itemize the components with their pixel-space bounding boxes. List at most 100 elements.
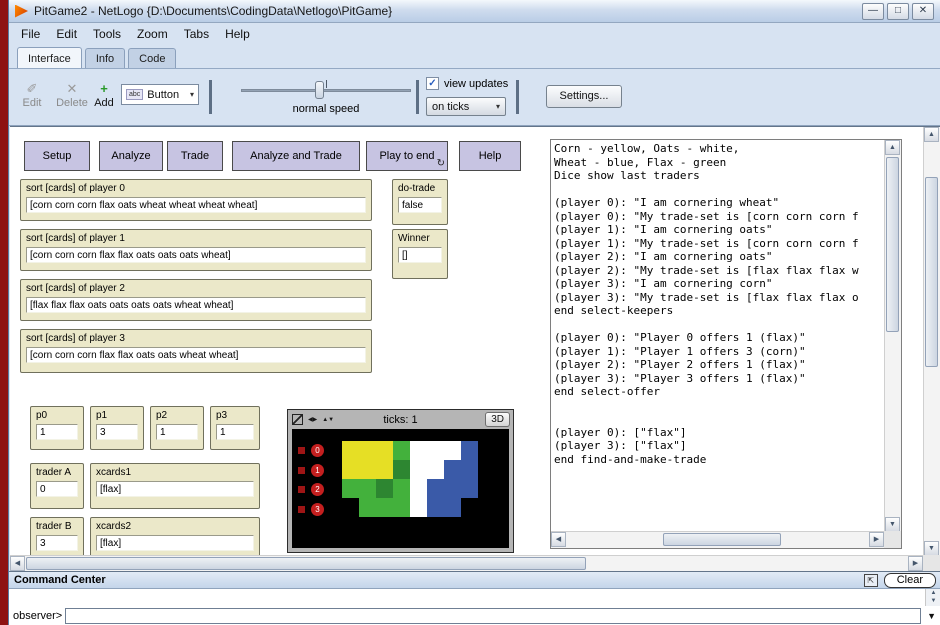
- close-button[interactable]: ✕: [912, 3, 934, 20]
- patch-cell: [444, 441, 461, 460]
- patch-cell: [393, 441, 410, 460]
- output-horizontal-scrollbar[interactable]: ◀ ▶: [551, 531, 884, 548]
- speed-slider[interactable]: [241, 79, 411, 101]
- monitor-label: p3: [216, 410, 254, 421]
- patch-cell: [410, 479, 427, 498]
- world-canvas[interactable]: 0123: [292, 429, 509, 548]
- patch-cell: [359, 441, 376, 460]
- menu-file[interactable]: File: [13, 24, 48, 44]
- trade-label: Trade: [181, 150, 209, 162]
- maximize-button[interactable]: □: [887, 3, 909, 20]
- view-updates-checkbox[interactable]: ✓ view updates: [426, 77, 508, 90]
- tab-bar: Interface Info Code: [9, 45, 940, 69]
- tab-interface[interactable]: Interface: [17, 47, 82, 68]
- scroll-up-icon[interactable]: ▲: [926, 589, 940, 597]
- monitor-label: trader B: [36, 521, 78, 532]
- monitor-label: do-trade: [398, 183, 442, 194]
- setup-label: Setup: [43, 150, 72, 162]
- patch-cell: [376, 498, 393, 517]
- command-history-icon[interactable]: ▼: [924, 611, 939, 621]
- minimize-button[interactable]: —: [862, 3, 884, 20]
- patch-cell: [376, 441, 393, 460]
- command-input[interactable]: [65, 608, 921, 624]
- scrollbar-thumb[interactable]: [663, 533, 781, 546]
- main-vertical-scrollbar[interactable]: ▲ ▼: [923, 127, 940, 556]
- patch-cell: [410, 460, 427, 479]
- speed-slider-thumb[interactable]: [315, 81, 324, 99]
- check-icon[interactable]: ✓: [426, 77, 439, 90]
- toolbar-separator: [209, 80, 212, 114]
- scroll-down-icon[interactable]: ▼: [924, 541, 939, 556]
- clear-button[interactable]: Clear: [884, 573, 936, 588]
- add-widget-button[interactable]: + Add: [89, 81, 119, 109]
- scroll-up-icon[interactable]: ▲: [885, 140, 900, 155]
- patch-cell: [393, 479, 410, 498]
- scroll-left-icon[interactable]: ◀: [551, 532, 566, 547]
- monitor-value: 3: [36, 535, 78, 551]
- monitor-value: [corn corn corn flax flax oats oats whea…: [26, 347, 366, 363]
- menu-edit[interactable]: Edit: [48, 24, 85, 44]
- main-horizontal-scrollbar[interactable]: ◀ ▶: [10, 555, 923, 572]
- scroll-down-icon[interactable]: ▼: [926, 597, 940, 605]
- netlogo-app-icon: [15, 5, 28, 18]
- command-center-header: Command Center ⇱ Clear: [9, 571, 940, 589]
- settings-button[interactable]: Settings...: [546, 85, 622, 108]
- analyze-button[interactable]: Analyze: [99, 141, 163, 171]
- scroll-right-icon[interactable]: ▶: [869, 532, 884, 547]
- speed-label: normal speed: [241, 103, 411, 115]
- monitor-label: sort [cards] of player 2: [26, 283, 366, 294]
- patch-cell: [359, 498, 376, 517]
- patch-grid: [342, 441, 478, 517]
- monitor-label: sort [cards] of player 1: [26, 233, 366, 244]
- patch-cell: [342, 460, 359, 479]
- patch-cell: [427, 479, 444, 498]
- split-command-center-icon[interactable]: ⇱: [864, 574, 878, 587]
- monitor-p3: p3 1: [210, 406, 260, 450]
- title-bar[interactable]: PitGame2 - NetLogo {D:\Documents\CodingD…: [9, 0, 940, 23]
- scroll-down-icon[interactable]: ▼: [885, 517, 900, 532]
- monitor-player1-cards: sort [cards] of player 1 [corn corn corn…: [20, 229, 372, 271]
- monitor-label: xcards1: [96, 467, 254, 478]
- patch-cell: [427, 441, 444, 460]
- monitor-value: [flax]: [96, 535, 254, 551]
- trade-button[interactable]: Trade: [167, 141, 223, 171]
- monitor-trader-a: trader A 0: [30, 463, 84, 509]
- update-mode-dropdown[interactable]: on ticks ▾: [426, 97, 506, 116]
- menu-zoom[interactable]: Zoom: [129, 24, 176, 44]
- menu-tabs[interactable]: Tabs: [176, 24, 217, 44]
- edit-label: Edit: [23, 97, 42, 109]
- command-center-scrollbar[interactable]: ▲ ▼: [925, 589, 940, 606]
- scrollbar-thumb[interactable]: [886, 157, 899, 332]
- monitor-xcards1: xcards1 [flax]: [90, 463, 260, 509]
- output-vertical-scrollbar[interactable]: ▲ ▼: [884, 140, 901, 532]
- monitor-do-trade: do-trade false: [392, 179, 448, 225]
- widget-type-selector[interactable]: abc Button ▾: [121, 84, 199, 105]
- interface-canvas: Setup Analyze Trade Analyze and Trade Pl…: [10, 126, 940, 571]
- world-view-header: ◀▶ ▲▼ ticks: 1 3D: [288, 410, 513, 429]
- scroll-left-icon[interactable]: ◀: [10, 556, 25, 571]
- play-to-end-button[interactable]: Play to end ↻: [366, 141, 448, 171]
- scrollbar-thumb[interactable]: [925, 177, 938, 367]
- window-title: PitGame2 - NetLogo {D:\Documents\CodingD…: [34, 4, 856, 18]
- menu-tools[interactable]: Tools: [85, 24, 129, 44]
- tab-code[interactable]: Code: [128, 48, 176, 68]
- monitor-label: p0: [36, 410, 78, 421]
- edit-widget-button[interactable]: ✐ Edit: [15, 81, 49, 109]
- help-button[interactable]: Help: [459, 141, 521, 171]
- delete-widget-button[interactable]: ✕ Delete: [51, 81, 93, 109]
- menu-help[interactable]: Help: [217, 24, 258, 44]
- monitor-label: p2: [156, 410, 198, 421]
- speed-slider-track[interactable]: [241, 89, 411, 92]
- monitor-label: p1: [96, 410, 138, 421]
- scrollbar-thumb[interactable]: [26, 557, 586, 570]
- scroll-up-icon[interactable]: ▲: [924, 127, 939, 142]
- analyze-and-trade-button[interactable]: Analyze and Trade: [232, 141, 360, 171]
- scroll-right-icon[interactable]: ▶: [908, 556, 923, 571]
- patch-cell: [410, 498, 427, 517]
- view-3d-button[interactable]: 3D: [485, 412, 510, 427]
- monitor-p0: p0 1: [30, 406, 84, 450]
- tab-info[interactable]: Info: [85, 48, 125, 68]
- patch-cell: [444, 498, 461, 517]
- analyze-label: Analyze: [111, 150, 150, 162]
- setup-button[interactable]: Setup: [24, 141, 90, 171]
